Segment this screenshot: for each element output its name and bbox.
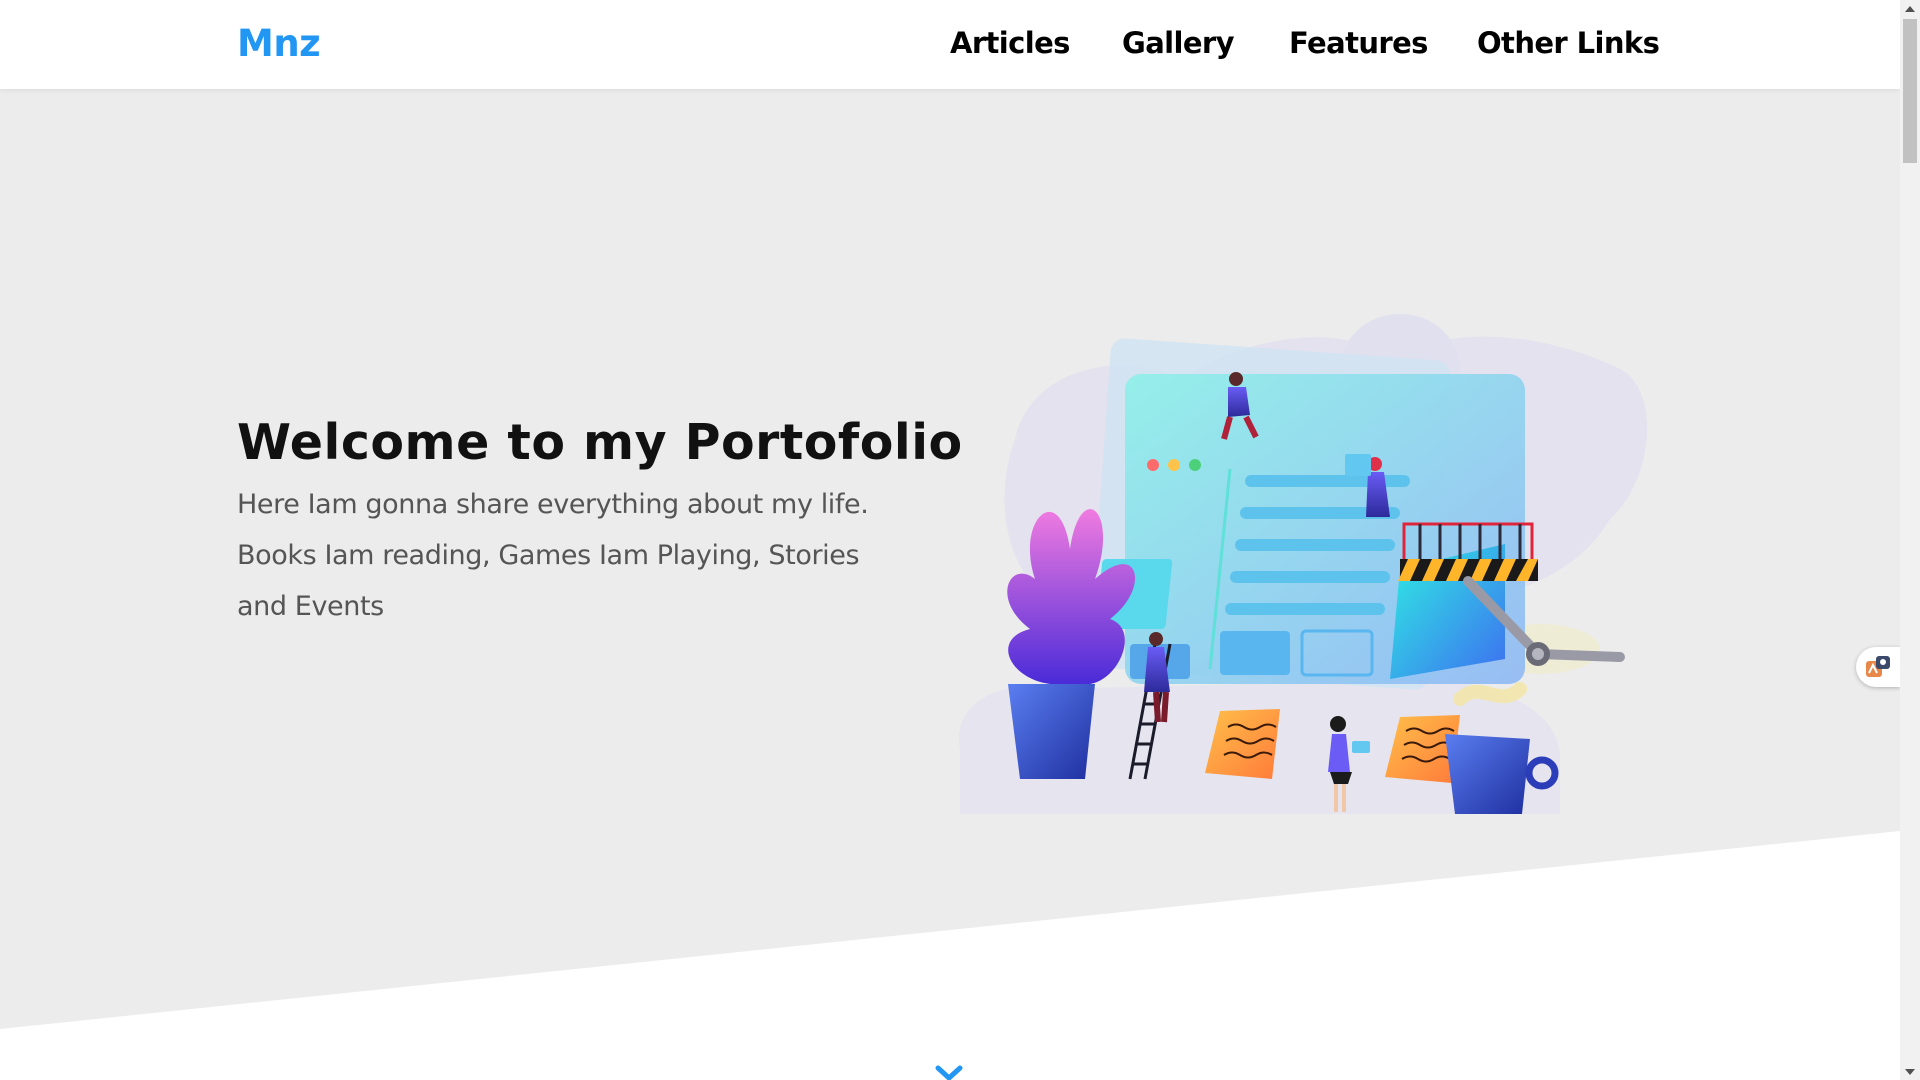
web-development-team-illustration <box>958 314 1648 814</box>
nav-link-gallery[interactable]: Gallery <box>1122 26 1235 60</box>
scroll-down-arrow[interactable] <box>1900 1063 1920 1080</box>
nav-link-articles[interactable]: Articles <box>950 26 1070 60</box>
nav-link-features[interactable]: Features <box>1289 26 1428 60</box>
hero-title: Welcome to my Portofolio <box>237 414 963 471</box>
chat-translate-icon <box>1866 656 1890 677</box>
vertical-scrollbar[interactable] <box>1900 0 1920 1080</box>
scroll-up-arrow[interactable] <box>1900 0 1920 17</box>
double-chevron-down-icon <box>935 1065 963 1080</box>
chat-translate-widget[interactable] <box>1856 647 1900 687</box>
scrollbar-thumb[interactable] <box>1903 19 1917 163</box>
nav-link-other-links[interactable]: Other Links <box>1477 26 1660 60</box>
scroll-down-button[interactable] <box>934 1064 964 1080</box>
site-logo[interactable]: Mnz <box>237 22 321 65</box>
caret-up-icon <box>1905 5 1915 12</box>
hero-description: Here Iam gonna share everything about my… <box>237 489 869 622</box>
caret-down-icon <box>1905 1068 1915 1075</box>
hero-section: Welcome to my Portofolio Here Iam gonna … <box>0 89 1900 1080</box>
site-header: Mnz Articles Gallery Features Other Link… <box>0 0 1900 89</box>
page: Mnz Articles Gallery Features Other Link… <box>0 0 1900 1080</box>
